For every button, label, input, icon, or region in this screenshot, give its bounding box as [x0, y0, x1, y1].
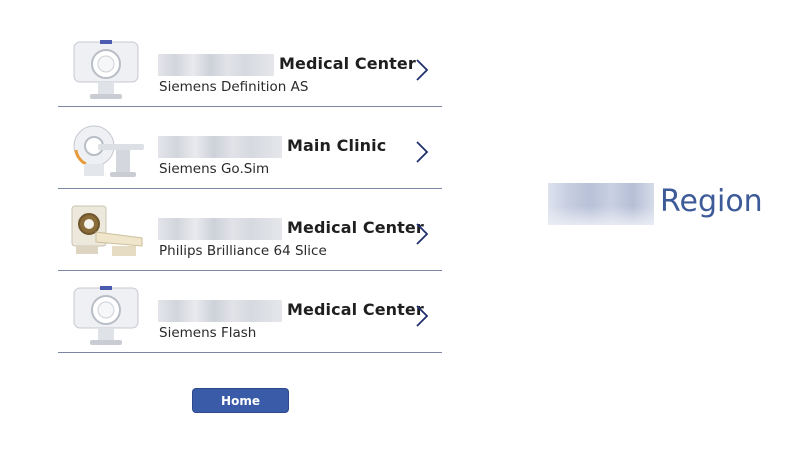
- machine-name: Siemens Go.Sim: [159, 161, 270, 177]
- redacted-name: [158, 136, 282, 158]
- ct-scanner-icon: [73, 286, 139, 345]
- chevron-right-icon[interactable]: [414, 140, 430, 164]
- list-item-location-2[interactable]: Main Clinic Siemens Go.Sim: [58, 108, 442, 189]
- machine-name: Siemens Flash: [159, 325, 257, 341]
- list-item-location-3[interactable]: Medical Center Philips Brilliance 64 Sli…: [58, 190, 442, 271]
- chevron-right-icon[interactable]: [414, 58, 430, 82]
- center-name: Medical Center: [287, 218, 424, 237]
- center-name: Medical Center: [287, 300, 424, 319]
- chevron-right-icon[interactable]: [414, 304, 430, 328]
- center-name: Main Clinic: [287, 136, 387, 155]
- ct-scanner-icon: [73, 40, 139, 99]
- ct-scanner-icon: [71, 205, 143, 256]
- list-item-location-1[interactable]: Medical Center Siemens Definition AS: [58, 26, 442, 107]
- ct-scanner-icon: [73, 125, 144, 177]
- list-item-location-4[interactable]: Medical Center Siemens Flash: [58, 272, 442, 353]
- chevron-right-icon[interactable]: [414, 222, 430, 246]
- region-label: Region: [660, 184, 763, 219]
- location-list: Medical Center Siemens Definition AS Mai…: [58, 26, 442, 353]
- redacted-name: [158, 300, 282, 322]
- redacted-name: [158, 54, 274, 76]
- redacted-region-name: [548, 183, 654, 225]
- redacted-name: [158, 218, 282, 240]
- home-button[interactable]: Home: [192, 388, 289, 413]
- machine-name: Siemens Definition AS: [159, 79, 309, 95]
- machine-name: Philips Brilliance 64 Slice: [159, 243, 327, 259]
- center-name: Medical Center: [279, 54, 416, 73]
